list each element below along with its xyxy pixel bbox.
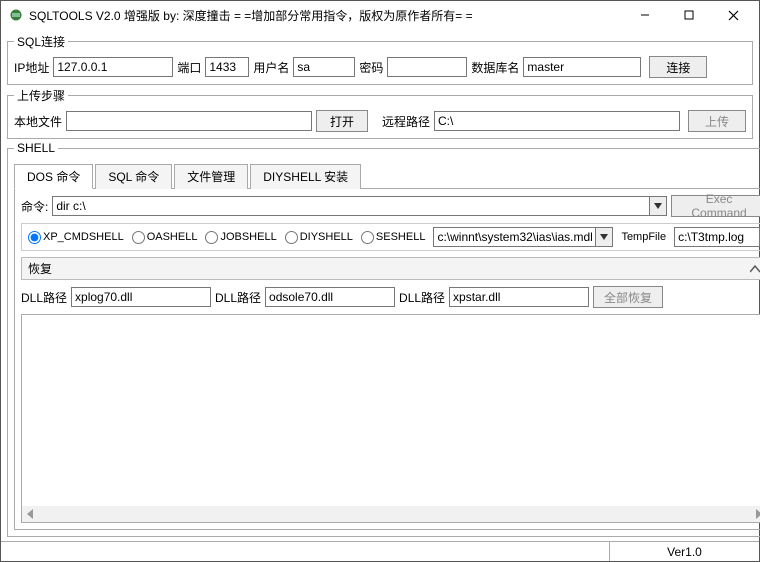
shell-group: SHELL DOS 命令 SQL 命令 文件管理 DIYSHELL 安装 命令: bbox=[7, 141, 760, 537]
dll2-input[interactable] bbox=[265, 287, 395, 307]
local-file-label: 本地文件 bbox=[14, 113, 62, 130]
password-input[interactable] bbox=[387, 57, 467, 77]
dll1-label: DLL路径 bbox=[21, 289, 67, 306]
ip-input[interactable] bbox=[53, 57, 173, 77]
ip-label: IP地址 bbox=[14, 59, 49, 76]
remote-path-input[interactable] bbox=[434, 111, 680, 131]
sql-connection-legend: SQL连接 bbox=[14, 33, 68, 50]
maximize-button[interactable] bbox=[667, 2, 711, 28]
user-label: 用户名 bbox=[253, 59, 289, 76]
exec-command-button[interactable]: Exec Command bbox=[671, 195, 760, 217]
statusbar: Ver1.0 bbox=[1, 541, 759, 561]
window-controls bbox=[623, 2, 755, 28]
password-label: 密码 bbox=[359, 59, 383, 76]
db-label: 数据库名 bbox=[471, 59, 519, 76]
recover-header-label: 恢复 bbox=[28, 260, 52, 277]
dll3-label: DLL路径 bbox=[399, 289, 445, 306]
recover-all-button[interactable]: 全部恢复 bbox=[593, 286, 663, 308]
shell-legend: SHELL bbox=[14, 141, 58, 155]
chevron-down-icon bbox=[654, 203, 662, 209]
scroll-left-icon[interactable] bbox=[22, 506, 38, 522]
radio-diyshell[interactable]: DIYSHELL bbox=[285, 231, 353, 244]
tempfile-input[interactable] bbox=[674, 227, 760, 247]
tempfile-label: TempFile bbox=[621, 231, 666, 243]
user-input[interactable] bbox=[293, 57, 355, 77]
minimize-button[interactable] bbox=[623, 2, 667, 28]
tab-diyshell[interactable]: DIYSHELL 安装 bbox=[250, 164, 361, 189]
app-icon bbox=[9, 8, 23, 22]
shell-type-row: XP_CMDSHELL OASHELL JOBSHELL DIYSHELL SE… bbox=[21, 223, 760, 251]
dll2-label: DLL路径 bbox=[215, 289, 261, 306]
output-area[interactable] bbox=[21, 314, 760, 523]
radio-seshell[interactable]: SESHELL bbox=[361, 231, 426, 244]
radio-oashell[interactable]: OASHELL bbox=[132, 231, 198, 244]
dll-row: DLL路径 DLL路径 DLL路径 全部恢复 bbox=[21, 286, 760, 308]
port-label: 端口 bbox=[177, 59, 201, 76]
dll1-input[interactable] bbox=[71, 287, 211, 307]
port-input[interactable] bbox=[205, 57, 249, 77]
shell-tabs: DOS 命令 SQL 命令 文件管理 DIYSHELL 安装 bbox=[14, 163, 760, 189]
mdb-dropdown-button[interactable] bbox=[595, 227, 613, 247]
mdb-path-input[interactable] bbox=[433, 227, 595, 247]
connect-button[interactable]: 连接 bbox=[649, 56, 707, 78]
sql-connection-group: SQL连接 IP地址 端口 用户名 密码 数据库名 连接 bbox=[7, 33, 753, 85]
scroll-right-icon[interactable] bbox=[750, 506, 760, 522]
upload-group: 上传步骤 本地文件 打开 远程路径 上传 bbox=[7, 87, 753, 139]
titlebar: SQLTOOLS V2.0 增强版 by: 深度撞击 = =增加部分常用指令，版… bbox=[1, 1, 759, 29]
chevron-down-icon bbox=[600, 234, 608, 240]
tab-sql[interactable]: SQL 命令 bbox=[95, 164, 172, 189]
collapse-up-icon bbox=[750, 262, 760, 276]
open-button[interactable]: 打开 bbox=[316, 110, 368, 132]
close-button[interactable] bbox=[711, 2, 755, 28]
app-window: SQLTOOLS V2.0 增强版 by: 深度撞击 = =增加部分常用指令，版… bbox=[0, 0, 760, 562]
remote-path-label: 远程路径 bbox=[382, 113, 430, 130]
radio-jobshell[interactable]: JOBSHELL bbox=[205, 231, 276, 244]
command-label: 命令: bbox=[21, 198, 48, 215]
tab-dos[interactable]: DOS 命令 bbox=[14, 164, 93, 189]
command-dropdown-button[interactable] bbox=[649, 196, 667, 216]
command-input[interactable] bbox=[52, 196, 649, 216]
dll3-input[interactable] bbox=[449, 287, 589, 307]
upload-legend: 上传步骤 bbox=[14, 87, 68, 104]
window-body: SQL连接 IP地址 端口 用户名 密码 数据库名 连接 上传步骤 本地文件 bbox=[1, 29, 759, 541]
local-file-input[interactable] bbox=[66, 111, 312, 131]
recover-header[interactable]: 恢复 bbox=[21, 257, 760, 280]
db-input[interactable] bbox=[523, 57, 641, 77]
horizontal-scrollbar[interactable] bbox=[22, 506, 760, 522]
radio-xp-cmdshell[interactable]: XP_CMDSHELL bbox=[28, 231, 124, 244]
status-version: Ver1.0 bbox=[609, 542, 759, 561]
window-title: SQLTOOLS V2.0 增强版 by: 深度撞击 = =增加部分常用指令，版… bbox=[29, 7, 623, 24]
shell-panel: 命令: Exec Command XP_CMDSHELL OASHELL JOB… bbox=[14, 189, 760, 530]
upload-button[interactable]: 上传 bbox=[688, 110, 746, 132]
tab-file[interactable]: 文件管理 bbox=[174, 164, 248, 189]
